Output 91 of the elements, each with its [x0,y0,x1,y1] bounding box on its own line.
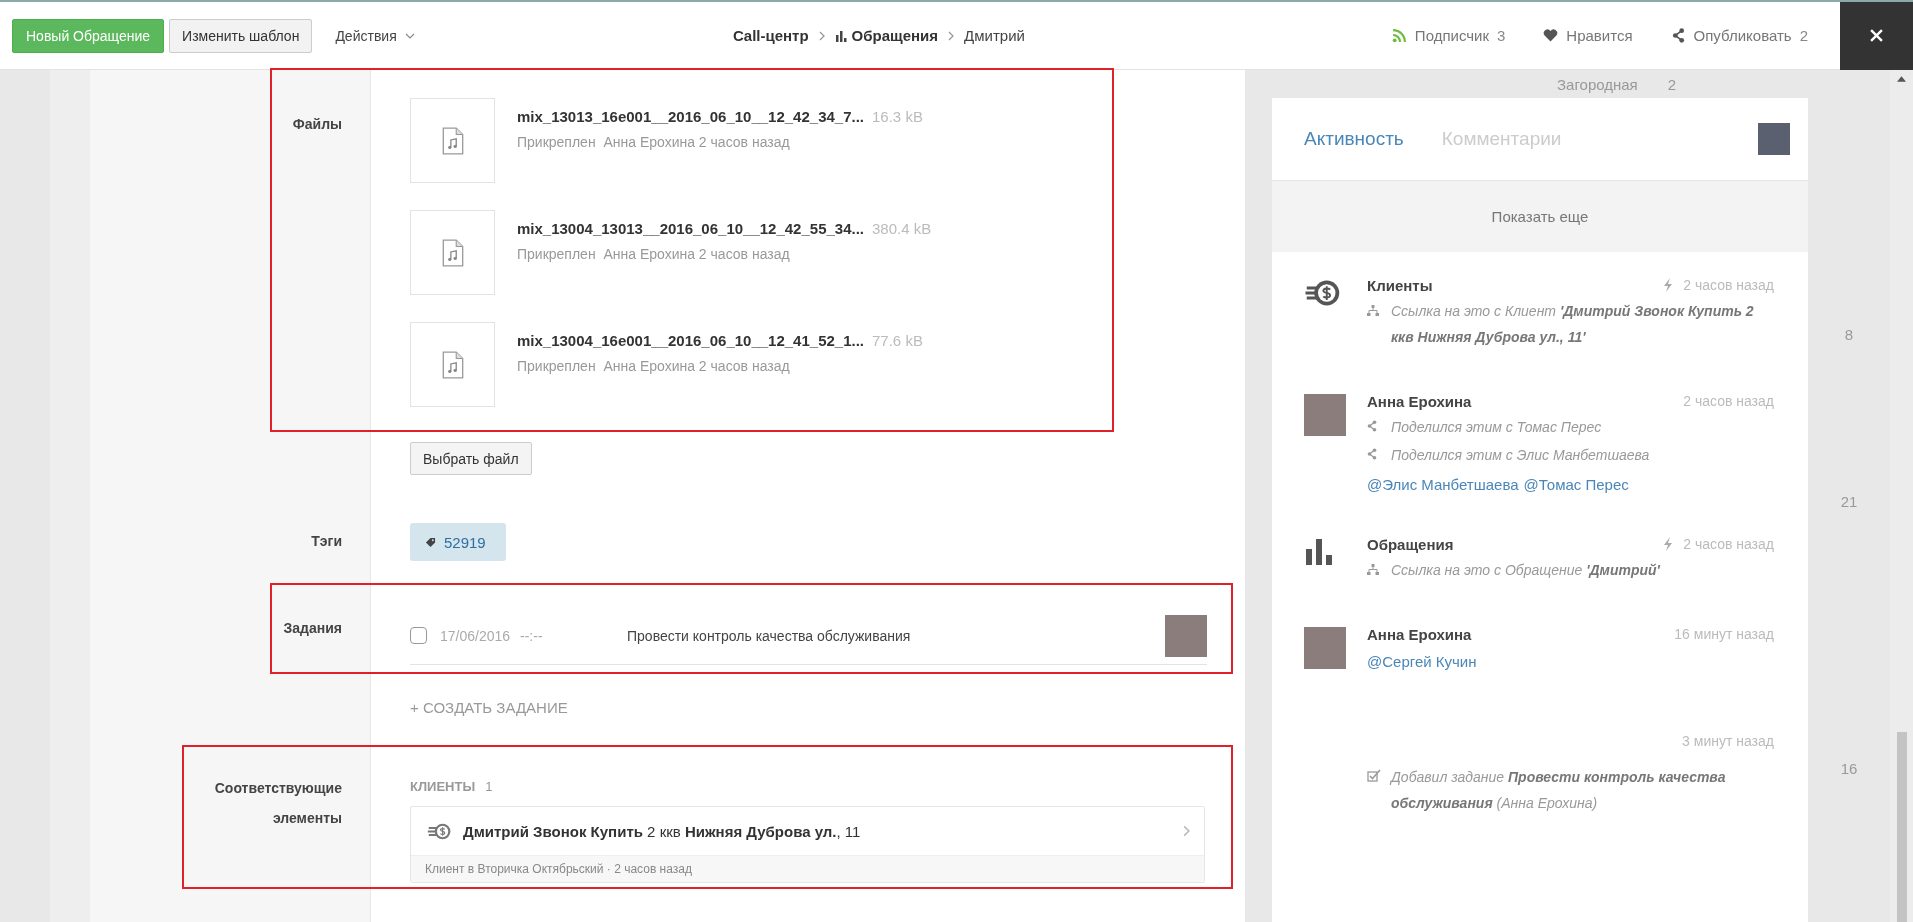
background-count: 16 [1840,760,1858,777]
mention-link[interactable]: @Элис Манбетшаева [1367,476,1519,493]
activity-text: Ссылка на это с Обращение 'Дмитрий' [1391,561,1661,580]
file-thumbnail[interactable] [410,210,495,295]
related-item-title: Дмитрий Звонок Купить 2 ккв Нижняя Дуброва ул., 11 [463,822,862,840]
background-count: 8 [1844,326,1854,343]
panel-tab[interactable]: Активность [1304,128,1404,150]
chevron-icon [1183,825,1190,837]
group-count: 1 [485,779,493,794]
activity-title: Клиенты [1367,276,1433,294]
file-thumbnail[interactable] [410,322,495,407]
task-checkbox[interactable] [410,627,427,644]
file-size: 380.4 kB [872,220,932,237]
related-item-subtitle: Клиент в Вторичка Октябрьский · 2 часов назад [411,855,1204,882]
breadcrumb-link[interactable]: Call-центр [732,27,809,44]
field-label: Соответствующие элементы [213,779,343,828]
activity-text: Ссылка на это с Клиент 'Дмитрий Звонок Купить 2 ккв Нижняя Дуброва ул., 11' [1391,302,1755,347]
file-name-link[interactable]: mix_13013_16e001__2016_06_10__12_42_34_7... [517,108,864,125]
field-label: Тэги [311,532,343,549]
activity-time: 2 часов назад [1683,393,1774,409]
field-label: Задания [283,619,343,636]
mention-link[interactable]: @Томас Перес [1523,476,1629,493]
file-meta: Прикреплен Анна Ерохина 2 часов назад [517,358,791,374]
activity-time: 2 часов назад [1683,277,1774,293]
file-size: 77.6 kB [872,332,923,349]
share-icon [1367,448,1377,460]
avatar-placeholder [1758,123,1790,155]
checkbox-icon [1367,769,1381,782]
field-label: Файлы [292,115,343,132]
scroll-up-icon[interactable] [1897,76,1906,82]
activity-title: Анна Ерохина [1367,625,1472,643]
actions-menu-button[interactable]: Действия [329,26,421,45]
file-meta: Прикреплен Анна Ерохина 2 часов назад [517,246,791,262]
task-date: 17/06/2016 [440,627,512,644]
related-item-card[interactable]: Дмитрий Звонок Купить 2 ккв Нижняя Дуброва ул., 11 Клиент в Вторичка Октябрьский · 2 часов назад [410,806,1205,883]
bar-chart-icon [834,29,847,42]
file-thumbnail[interactable] [410,98,495,183]
chevron-icon [948,30,955,41]
avatar-placeholder [1304,627,1346,669]
create-task-link[interactable]: + СОЗДАТЬ ЗАДАНИЕ [410,699,568,716]
file-name-link[interactable]: mix_13004_13013__2016_06_10__12_42_55_34... [517,220,864,237]
top-action-button[interactable]: Опубликовать 2 [1664,26,1814,45]
audio-file-icon [441,238,464,267]
activity-time: 3 минут назад [1682,733,1774,749]
activity-time: 16 минут назад [1674,626,1774,642]
audio-file-icon [441,126,464,155]
activity-text: Поделился этим с Томас Перес [1391,418,1603,437]
avatar-placeholder [1304,394,1346,436]
tag-icon [425,536,436,548]
activity-text: Поделился этим с Элис Манбетшаева [1391,446,1651,465]
task-time: --:-- [520,627,544,644]
hierarchy-icon [1367,305,1379,316]
file-name-link[interactable]: mix_13004_16e001__2016_06_10__12_41_52_1... [517,332,864,349]
mention-link[interactable]: @Сергей Кучин [1367,653,1477,670]
task-title[interactable]: Провести контроль качества обслуживания [627,627,1165,644]
heart-icon [1543,28,1559,43]
choose-file-button[interactable]: Выбрать файл [410,442,532,475]
new-request-button[interactable]: Новый Обращение [12,18,165,53]
scrollbar-thumb[interactable] [1896,732,1907,922]
tag-chip[interactable]: 52919 [410,523,506,561]
file-meta: Прикреплен Анна Ерохина 2 часов назад [517,134,791,150]
hierarchy-icon [1367,564,1379,575]
audio-file-icon [441,350,464,379]
scrollbar[interactable] [1890,70,1913,922]
rss-icon [1391,28,1407,43]
caret-icon [404,32,415,39]
coins-icon [1304,278,1342,308]
show-more-button[interactable]: Показать еще [1272,181,1808,252]
top-action-button[interactable]: Нравится [1537,26,1639,45]
file-size: 16.3 kB [872,108,923,125]
background-column-header: Загородная [1557,75,1638,93]
bar-chart-icon [1304,537,1334,565]
background-column-count: 2 [1667,75,1677,93]
group-heading: КЛИЕНТЫ [410,779,476,794]
background-count: 21 [1840,493,1858,510]
top-action-button[interactable]: Подписчик 3 [1385,26,1512,45]
lightning-icon [1663,537,1674,551]
avatar-placeholder [1165,614,1207,657]
chevron-icon [818,30,825,41]
breadcrumb-link[interactable]: Дмитрий [964,27,1025,44]
share-icon [1670,28,1686,43]
activity-title: Обращения [1367,535,1454,553]
edit-template-button[interactable]: Изменить шаблон [169,18,313,53]
breadcrumb-link[interactable]: Обращения [851,27,939,44]
activity-text: Добавил задание Провести контроль качества обслуживания (Анна Ерохина) [1391,768,1727,813]
close-button[interactable] [1840,1,1913,70]
activity-time: 2 часов назад [1683,536,1774,552]
activity-title: Анна Ерохина [1367,392,1472,410]
share-icon [1367,420,1377,432]
close-icon [1870,29,1883,42]
lightning-icon [1663,278,1674,292]
